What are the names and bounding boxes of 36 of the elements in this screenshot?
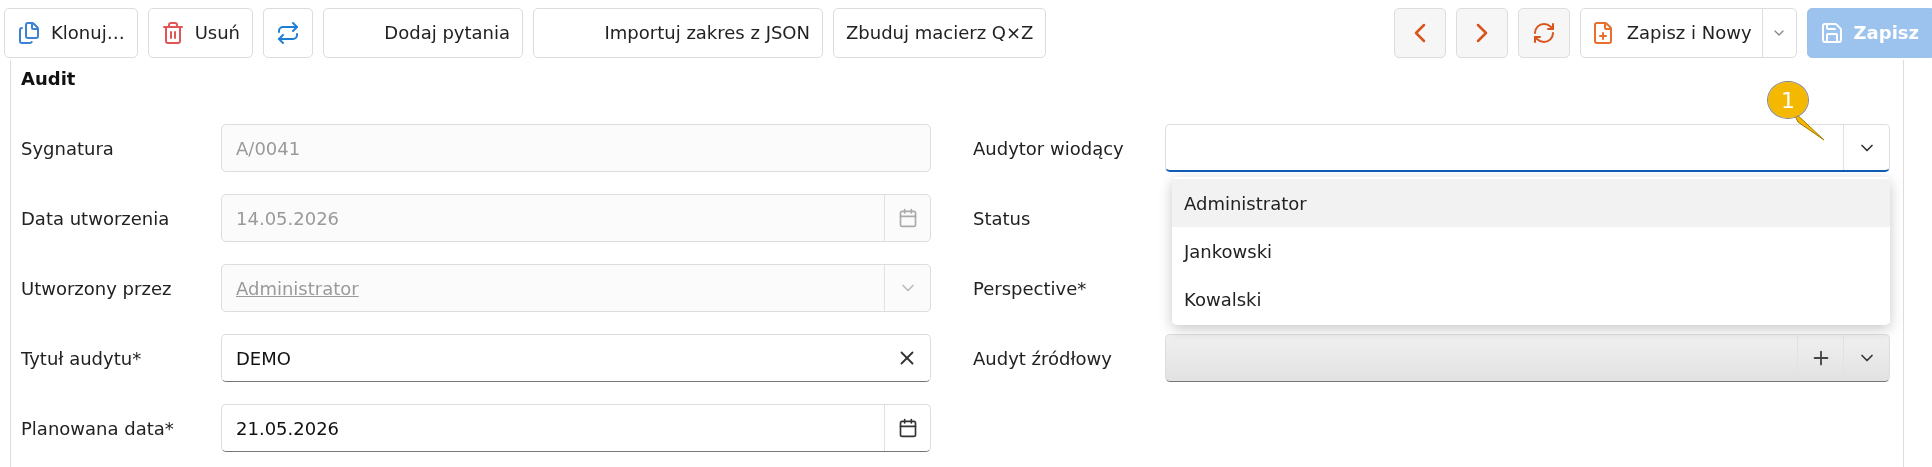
field-label: Sygnatura <box>21 137 115 159</box>
dropdown-option[interactable]: Kowalski <box>1172 275 1890 323</box>
section-title: Audit <box>21 68 76 89</box>
documents-icon <box>17 20 41 45</box>
clone-button[interactable]: Klonuj… <box>4 7 138 58</box>
trash-icon <box>160 20 185 45</box>
field-label: Status <box>973 207 1032 229</box>
refresh-icon <box>1531 20 1556 45</box>
field-label: Tytuł audytu* <box>21 347 143 369</box>
input-field[interactable]: 21.05.2026 <box>221 404 931 452</box>
dropdown-option[interactable]: Jankowski <box>1172 227 1890 275</box>
save-and-new-split-button[interactable]: Zapisz i Nowy <box>1579 7 1797 58</box>
select-field[interactable] <box>1165 124 1890 172</box>
field-label: Perspective* <box>973 277 1088 299</box>
floppy-icon <box>1819 20 1844 45</box>
dropdown-option[interactable]: Administrator <box>1172 179 1890 227</box>
calendar-icon <box>897 208 918 228</box>
field-label: Audytor wiodący <box>973 137 1125 159</box>
transfer-button[interactable] <box>263 7 313 58</box>
calendar-icon <box>897 418 918 438</box>
save-and-new-button[interactable]: Zapisz i Nowy <box>1580 8 1762 57</box>
input-field[interactable]: DEMO <box>221 334 931 382</box>
chevron-left-icon <box>1413 22 1426 43</box>
swap-icon <box>276 20 300 45</box>
field-label: Data utworzenia <box>21 207 171 229</box>
field-label: Planowana data* <box>21 417 175 439</box>
chevron-right-icon <box>1475 22 1488 43</box>
lookup-field[interactable] <box>1165 334 1890 382</box>
numbered-callout: 1 <box>1768 82 1808 118</box>
field-label: Audyt źródłowy <box>973 347 1113 369</box>
toolbar-button[interactable]: Zbuduj macierz Q×Z <box>833 7 1047 58</box>
refresh-button[interactable] <box>1517 7 1570 58</box>
toolbar-button[interactable]: Dodaj pytania <box>323 7 523 58</box>
delete-button[interactable]: Usuń <box>147 7 253 58</box>
field-label: Utworzony przez <box>21 277 173 299</box>
toolbar-button[interactable]: Importuj zakres z JSON <box>533 7 823 58</box>
